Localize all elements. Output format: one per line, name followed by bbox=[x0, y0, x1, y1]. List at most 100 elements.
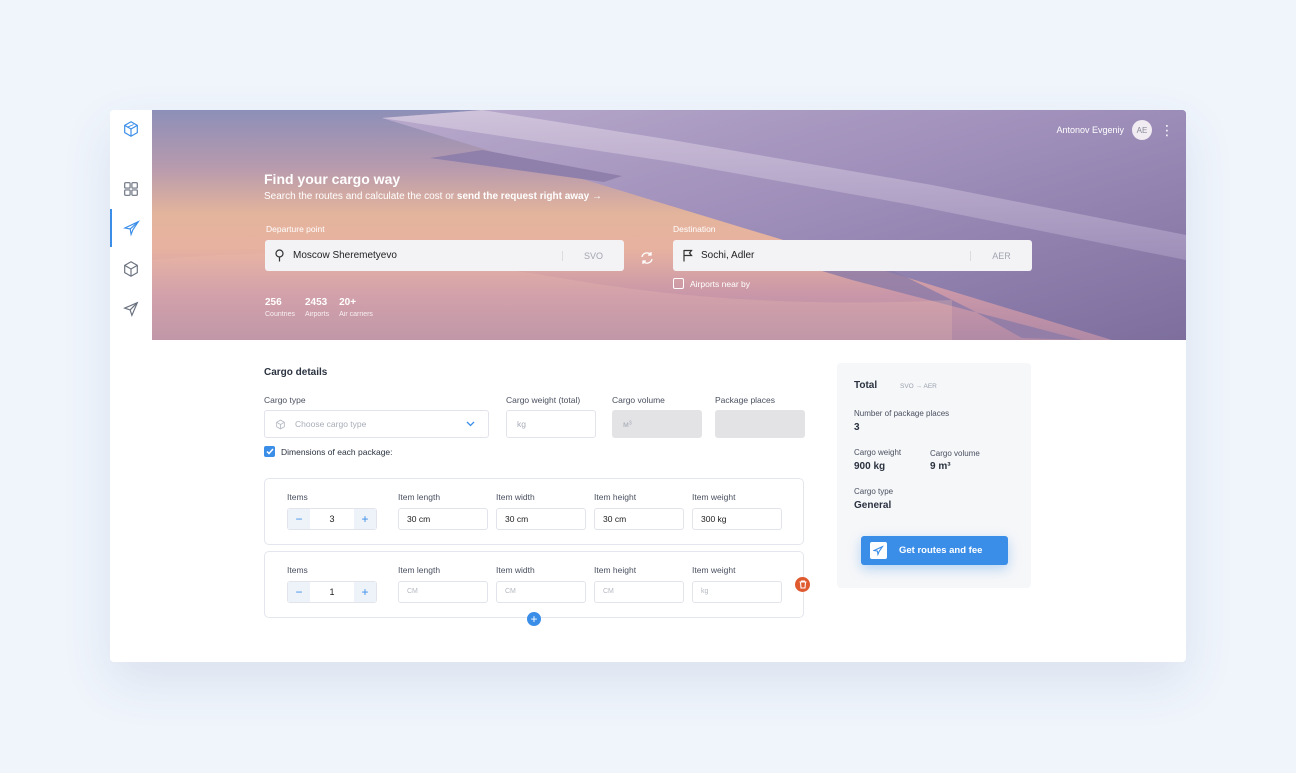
decrement-button[interactable]: − bbox=[288, 582, 310, 602]
volume-label: Cargo volume bbox=[930, 449, 980, 458]
departure-field[interactable]: Moscow Sheremetyevo SVO bbox=[265, 240, 624, 271]
stat-countries: 256 Countries bbox=[265, 297, 295, 318]
items-label: Items bbox=[287, 565, 308, 575]
type-label: Cargo type bbox=[854, 487, 894, 496]
item-weight-input[interactable]: 300 kg bbox=[692, 508, 782, 530]
cargo-type-select[interactable]: Choose cargo type bbox=[264, 410, 489, 438]
places-value: 3 bbox=[854, 422, 860, 433]
box-icon bbox=[265, 419, 295, 430]
plane-icon bbox=[870, 542, 887, 559]
package-places-input bbox=[715, 410, 805, 438]
get-routes-button[interactable]: Get routes and fee bbox=[861, 536, 1008, 565]
item-length-input[interactable]: 30 cm bbox=[398, 508, 488, 530]
length-label: Item length bbox=[398, 492, 441, 502]
package-row: Items Item length Item width Item height… bbox=[264, 478, 804, 545]
items-stepper[interactable]: − 3 + bbox=[287, 508, 377, 530]
hero-banner: Antonov Evgeniy AE ⋮ Find your cargo way… bbox=[152, 110, 1186, 340]
places-label: Number of package places bbox=[854, 409, 950, 418]
box-icon[interactable] bbox=[110, 250, 152, 288]
type-value: General bbox=[854, 500, 892, 511]
sidebar bbox=[110, 110, 152, 662]
send-icon[interactable] bbox=[110, 290, 152, 328]
trash-icon bbox=[799, 580, 806, 589]
departure-label: Departure point bbox=[266, 224, 325, 234]
item-height-input[interactable]: CM bbox=[594, 581, 684, 603]
airports-near-checkbox[interactable]: Airports near by bbox=[673, 278, 750, 289]
swap-route-icon[interactable] bbox=[640, 251, 654, 270]
logo-icon[interactable] bbox=[110, 110, 152, 148]
cargo-volume-label: Cargo volume bbox=[612, 395, 665, 405]
stat-value: 2453 bbox=[304, 297, 328, 308]
stats: 256 Countries 2453 Airports 20+ Air carr… bbox=[265, 297, 373, 318]
increment-button[interactable]: + bbox=[354, 509, 376, 529]
chevron-down-icon bbox=[466, 419, 488, 429]
item-height-input[interactable]: 30 cm bbox=[594, 508, 684, 530]
weight-label: Cargo weight bbox=[854, 448, 902, 457]
items-value[interactable]: 3 bbox=[310, 509, 354, 529]
cargo-details-title: Cargo details bbox=[264, 367, 328, 378]
subtitle-text: Search the routes and calculate the cost… bbox=[264, 191, 455, 202]
location-pin-icon bbox=[265, 249, 293, 262]
user-name: Antonov Evgeniy bbox=[1056, 125, 1124, 135]
stat-label: Countries bbox=[265, 311, 295, 318]
add-package-button[interactable]: + bbox=[527, 612, 541, 626]
height-label: Item height bbox=[594, 565, 637, 575]
cargo-type-placeholder: Choose cargo type bbox=[295, 419, 367, 429]
width-label: Item width bbox=[496, 565, 535, 575]
stat-value: 20+ bbox=[339, 297, 357, 308]
destination-label: Destination bbox=[673, 224, 716, 234]
stat-carriers: 20+ Air carriers bbox=[339, 297, 373, 318]
cargo-weight-input[interactable]: kg bbox=[506, 410, 596, 438]
plane-icon[interactable] bbox=[110, 209, 152, 247]
stat-label: Air carriers bbox=[339, 311, 373, 318]
summary-title: Total bbox=[854, 380, 878, 391]
weight-value: 900 kg bbox=[854, 461, 886, 472]
departure-code: SVO bbox=[562, 250, 624, 261]
dimensions-label: Dimensions of each package: bbox=[281, 446, 393, 457]
app-window: Antonov Evgeniy AE ⋮ Find your cargo way… bbox=[110, 110, 1186, 662]
delete-package-button[interactable] bbox=[795, 577, 810, 592]
weight-label: Item weight bbox=[692, 492, 736, 502]
page-subtitle: Search the routes and calculate the cost… bbox=[264, 191, 602, 202]
items-stepper[interactable]: − 1 + bbox=[287, 581, 377, 603]
summary-card: Total SVO → AER Number of package places… bbox=[837, 363, 1031, 588]
more-menu-icon[interactable]: ⋮ bbox=[1160, 123, 1174, 137]
checkbox-checked-icon[interactable] bbox=[264, 446, 275, 457]
stat-label: Airports bbox=[304, 311, 330, 318]
send-request-link[interactable]: send the request right away → bbox=[457, 191, 602, 202]
dimensions-checkbox[interactable]: Dimensions of each package: bbox=[264, 446, 393, 457]
stat-value: 256 bbox=[265, 297, 282, 308]
cargo-volume-input: м³ bbox=[612, 410, 702, 438]
increment-button[interactable]: + bbox=[354, 582, 376, 602]
airports-near-label: Airports near by bbox=[690, 278, 750, 289]
destination-code: AER bbox=[970, 250, 1032, 261]
get-routes-label: Get routes and fee bbox=[899, 545, 983, 556]
items-label: Items bbox=[287, 492, 308, 502]
stat-airports: 2453 Airports bbox=[305, 297, 329, 318]
width-label: Item width bbox=[496, 492, 535, 502]
package-row: Items Item length Item width Item height… bbox=[264, 551, 804, 618]
weight-label: Item weight bbox=[692, 565, 736, 575]
package-places-label: Package places bbox=[715, 395, 776, 405]
volume-value: 9 m³ bbox=[930, 461, 951, 472]
cargo-weight-label: Cargo weight (total) bbox=[506, 395, 581, 405]
user-profile[interactable]: Antonov Evgeniy AE ⋮ bbox=[1056, 120, 1174, 140]
item-weight-input[interactable]: kg bbox=[692, 581, 782, 603]
length-label: Item length bbox=[398, 565, 441, 575]
checkbox-empty-icon[interactable] bbox=[673, 278, 684, 289]
items-value[interactable]: 1 bbox=[310, 582, 354, 602]
decrement-button[interactable]: − bbox=[288, 509, 310, 529]
destination-value: Sochi, Adler bbox=[701, 250, 755, 261]
flag-icon bbox=[673, 249, 701, 262]
item-width-input[interactable]: 30 cm bbox=[496, 508, 586, 530]
cargo-type-label: Cargo type bbox=[264, 395, 306, 405]
departure-value: Moscow Sheremetyevo bbox=[293, 250, 397, 261]
height-label: Item height bbox=[594, 492, 637, 502]
avatar[interactable]: AE bbox=[1132, 120, 1152, 140]
destination-field[interactable]: Sochi, Adler AER bbox=[673, 240, 1032, 271]
summary-route: SVO → AER bbox=[900, 383, 937, 390]
item-length-input[interactable]: CM bbox=[398, 581, 488, 603]
page-title: Find your cargo way bbox=[264, 171, 401, 187]
dashboard-grid-icon[interactable] bbox=[110, 170, 152, 208]
item-width-input[interactable]: CM bbox=[496, 581, 586, 603]
